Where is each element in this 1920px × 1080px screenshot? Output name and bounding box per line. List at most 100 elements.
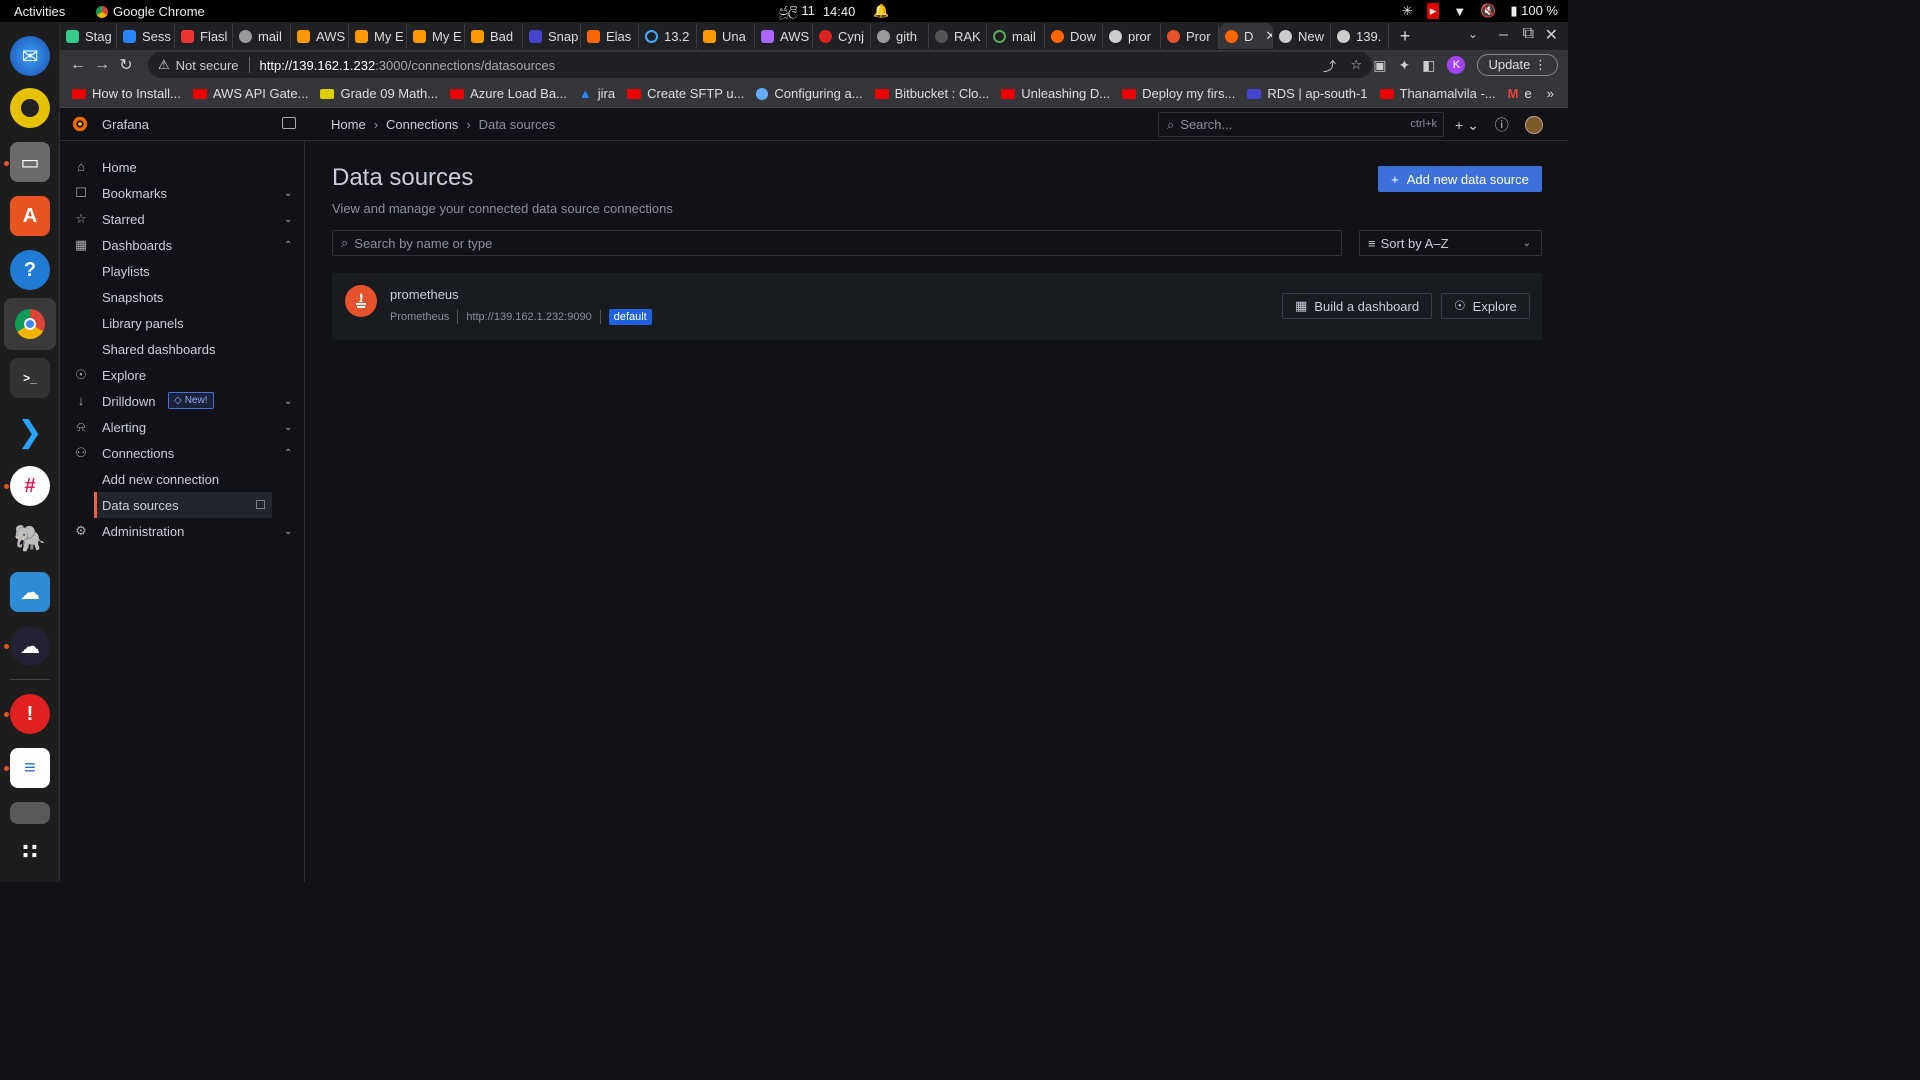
tab-search-icon[interactable]: ⌄ xyxy=(1468,27,1478,41)
help-icon[interactable]: ? xyxy=(10,250,50,290)
tab[interactable]: Elas xyxy=(581,23,639,49)
update-button[interactable]: Update ⋮ xyxy=(1477,54,1558,76)
data-source-name[interactable]: prometheus xyxy=(390,287,459,302)
minimize-icon[interactable]: – xyxy=(1499,26,1508,44)
tab[interactable]: Flasl xyxy=(175,23,233,49)
explore-button[interactable]: ☉ Explore xyxy=(1441,293,1530,319)
nav-starred[interactable]: ☆ Starred ⌄ xyxy=(60,206,305,232)
bookmark[interactable]: Bitbucket : Clo... xyxy=(874,86,989,101)
dock-menu-icon[interactable] xyxy=(282,117,296,129)
sort-select[interactable]: ≡ Sort by A–Z ⌄ xyxy=(1359,230,1542,256)
star-icon[interactable]: ☆ xyxy=(1350,57,1362,73)
trash-icon[interactable] xyxy=(10,802,50,824)
bookmark[interactable]: Create SFTP u... xyxy=(627,86,744,101)
data-source-search-input[interactable]: ⌕ Search by name or type xyxy=(332,230,1342,256)
nav-drilldown[interactable]: ↓ Drilldown ◇ New! ⌄ xyxy=(60,388,305,414)
address-bar[interactable]: ⚠ Not secure http://139.162.1.232:3000/c… xyxy=(148,52,1372,78)
nav-alerting[interactable]: ⍾ Alerting ⌄ xyxy=(60,414,305,440)
bookmark-icon[interactable]: ☐ xyxy=(255,498,266,512)
azure-data-studio-icon[interactable]: ☁ xyxy=(10,572,50,612)
extensions-icon[interactable]: ✦ xyxy=(1398,57,1410,74)
close-tab-icon[interactable]: ✕ xyxy=(1265,28,1272,44)
activities-button[interactable]: Activities xyxy=(14,4,65,19)
nav-snapshots[interactable]: Snapshots xyxy=(60,284,305,310)
bookmark[interactable]: ▲ jira xyxy=(579,86,615,101)
tab[interactable]: 139. xyxy=(1331,23,1389,49)
bookmark[interactable]: Thanamalvila -... xyxy=(1379,86,1496,101)
pgadmin-icon[interactable]: 🐘 xyxy=(10,518,50,558)
terminal-icon[interactable]: >_ xyxy=(10,358,50,398)
bookmark[interactable]: Configuring a... xyxy=(756,86,863,101)
nav-connections[interactable]: ⚇ Connections ⌃ xyxy=(60,440,305,466)
bookmark[interactable]: RDS | ap-south-1 xyxy=(1247,86,1368,101)
tab[interactable]: 13.2 xyxy=(639,23,697,49)
software-updater-icon[interactable]: ! xyxy=(10,694,50,734)
camera-icon[interactable]: ▣ xyxy=(1373,57,1386,74)
bookmark[interactable]: Azure Load Ba... xyxy=(450,86,567,101)
share-icon[interactable]: ⤴ xyxy=(1323,56,1336,75)
add-menu-button[interactable]: + ⌄ xyxy=(1455,117,1479,134)
tab[interactable]: Dow xyxy=(1045,23,1103,49)
files-icon[interactable]: ▭ xyxy=(10,142,50,182)
nav-shared-dashboards[interactable]: Shared dashboards xyxy=(60,336,305,362)
tab[interactable]: AWS xyxy=(755,23,813,49)
nav-bookmarks[interactable]: ☐ Bookmarks ⌄ xyxy=(60,180,305,206)
system-tray[interactable]: ✳ ▸ ▼ 🔇 ▮ 100 % xyxy=(1402,3,1558,19)
tab[interactable]: Stag xyxy=(60,23,117,49)
nav-playlists[interactable]: Playlists xyxy=(60,258,305,284)
back-icon[interactable]: ← xyxy=(66,56,90,74)
tab[interactable]: Una xyxy=(697,23,755,49)
bookmark[interactable]: How to Install... xyxy=(72,86,181,101)
forward-icon[interactable]: → xyxy=(90,56,114,74)
nav-add-new-connection[interactable]: Add new connection xyxy=(60,466,305,492)
tab[interactable]: New xyxy=(1273,23,1331,49)
reload-icon[interactable]: ↻ xyxy=(114,55,138,75)
breadcrumb-home[interactable]: Home xyxy=(331,117,366,132)
nav-dashboards[interactable]: ▦ Dashboards ⌃ xyxy=(60,232,305,258)
close-window-icon[interactable]: ✕ xyxy=(1545,25,1558,45)
slack-icon[interactable]: # xyxy=(10,466,50,506)
profile-avatar[interactable]: K xyxy=(1447,56,1466,74)
libreoffice-writer-icon[interactable]: ≡ xyxy=(10,748,50,788)
global-search-input[interactable]: ⌕ Search... ctrl+k xyxy=(1158,112,1444,137)
bookmark[interactable]: Me xyxy=(1508,86,1532,101)
nav-administration[interactable]: ⚙ Administration ⌄ xyxy=(60,518,305,544)
vscode-icon[interactable]: ❯ xyxy=(10,412,50,452)
grafana-logo-icon[interactable] xyxy=(71,115,89,133)
breadcrumb-connections[interactable]: Connections xyxy=(386,117,458,132)
tab[interactable]: Cynj xyxy=(813,23,871,49)
tab[interactable]: gith xyxy=(871,23,929,49)
cloud-app-icon[interactable]: ☁ xyxy=(10,626,50,666)
chrome-dock-icon[interactable] xyxy=(4,298,56,350)
rhythmbox-icon[interactable] xyxy=(10,88,50,128)
build-dashboard-button[interactable]: ▦ Build a dashboard xyxy=(1282,293,1433,319)
tab[interactable]: mail xyxy=(987,23,1045,49)
app-center-icon[interactable]: A xyxy=(10,196,50,236)
nav-data-sources[interactable]: Data sources ☐ xyxy=(94,492,272,518)
clock[interactable]: ජූලි 11 14:40 🔔 xyxy=(779,3,890,19)
maximize-icon[interactable]: ⧉ xyxy=(1523,25,1534,43)
tab[interactable]: Snap xyxy=(523,23,581,49)
user-avatar[interactable] xyxy=(1524,116,1543,134)
bookmark[interactable]: Unleashing D... xyxy=(1001,86,1110,101)
side-panel-icon[interactable]: ◧ xyxy=(1422,57,1435,74)
show-apps-icon[interactable]: ∷ xyxy=(10,832,50,872)
tab[interactable]: My E xyxy=(349,23,407,49)
tab[interactable]: pror xyxy=(1103,23,1161,49)
bookmark[interactable]: Deploy my firs... xyxy=(1122,86,1235,101)
thunderbird-icon[interactable]: ✉ xyxy=(10,36,50,76)
nav-home[interactable]: ⌂ Home xyxy=(60,154,305,180)
add-data-source-button[interactable]: + Add new data source xyxy=(1378,166,1542,192)
bookmark[interactable]: Grade 09 Math... xyxy=(320,86,438,101)
new-tab-button[interactable]: + xyxy=(1389,26,1421,47)
app-menu[interactable]: Google Chrome xyxy=(96,4,205,19)
more-bookmarks-icon[interactable]: » xyxy=(1547,86,1554,101)
nav-library-panels[interactable]: Library panels xyxy=(60,310,305,336)
bookmark[interactable]: AWS API Gate... xyxy=(192,86,308,101)
tab[interactable]: Bad xyxy=(465,23,523,49)
tab[interactable]: Sess xyxy=(117,23,175,49)
tab[interactable]: mail xyxy=(233,23,291,49)
tab-active[interactable]: D✕ xyxy=(1219,23,1273,49)
data-source-card[interactable]: prometheus Prometheus http://139.162.1.2… xyxy=(332,273,1542,340)
tab[interactable]: Pror xyxy=(1161,23,1219,49)
